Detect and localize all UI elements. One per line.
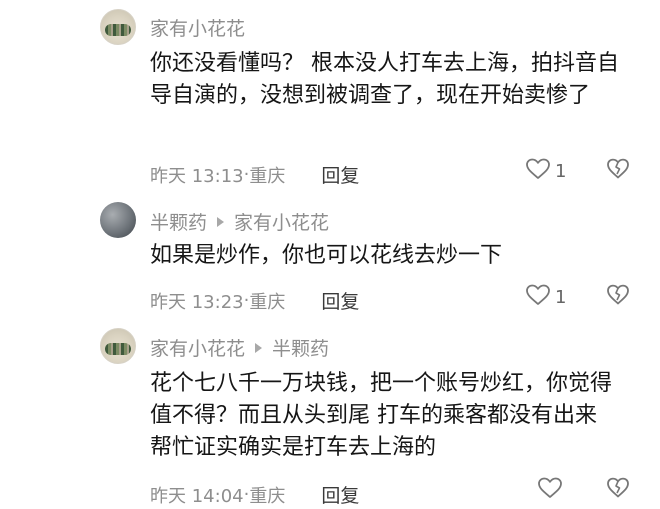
like-button[interactable]: 1: [525, 283, 566, 312]
author-name[interactable]: 家有小花花: [150, 334, 245, 361]
author-name[interactable]: 半颗药: [150, 208, 207, 235]
like-count: 1: [555, 287, 567, 308]
comment-header: 半颗药 家有小花花: [150, 208, 329, 235]
comment-location: 重庆: [249, 485, 286, 507]
comment-time: 昨天 13:23: [150, 291, 244, 313]
heart-outline-icon: [537, 476, 563, 505]
comment-meta: 昨天 13:13 · 重庆 回复: [150, 161, 359, 188]
comment-header: 家有小花花: [150, 14, 245, 41]
like-button[interactable]: 1: [525, 157, 566, 186]
dislike-button[interactable]: [606, 157, 630, 185]
heart-outline-icon: [525, 283, 551, 312]
reply-button[interactable]: 回复: [321, 161, 359, 188]
comment-location: 重庆: [249, 291, 286, 313]
like-button[interactable]: [537, 476, 567, 505]
reply-arrow-icon: [217, 216, 225, 227]
broken-heart-icon: [606, 158, 630, 185]
broken-heart-icon: [606, 284, 630, 311]
reply-to-name[interactable]: 半颗药: [272, 334, 329, 361]
avatar[interactable]: [100, 9, 136, 45]
avatar[interactable]: [100, 328, 136, 364]
avatar[interactable]: [100, 202, 136, 238]
comment-location: 重庆: [249, 165, 286, 187]
dislike-button[interactable]: [606, 283, 630, 311]
dislike-button[interactable]: [606, 476, 630, 504]
like-count: 1: [555, 161, 567, 182]
comment-meta: 昨天 14:04 · 重庆 回复: [150, 481, 359, 508]
comment-header: 家有小花花 半颗药: [150, 334, 329, 361]
comment-text: 花个七八千一万块钱，把一个账号炒红，你觉得值不得？而且从头到尾 打车的乘客都没有…: [150, 371, 613, 460]
comment-meta: 昨天 13:23 · 重庆 回复: [150, 287, 359, 314]
reply-arrow-icon: [255, 342, 263, 353]
reply-to-name[interactable]: 家有小花花: [234, 208, 329, 235]
comment-time: 昨天 13:13: [150, 165, 244, 187]
author-name[interactable]: 家有小花花: [150, 14, 245, 41]
comment-text: 如果是炒作，你也可以花线去炒一下: [150, 243, 503, 268]
reply-button[interactable]: 回复: [321, 481, 359, 508]
broken-heart-icon: [606, 477, 630, 504]
heart-outline-icon: [525, 157, 551, 186]
reply-button[interactable]: 回复: [321, 287, 359, 314]
comment-time: 昨天 14:04: [150, 485, 244, 507]
comment-text: 你还没看懂吗？ 根本没人打车去上海，拍抖音自导自演的，没想到被调查了，现在开始卖…: [150, 51, 619, 108]
